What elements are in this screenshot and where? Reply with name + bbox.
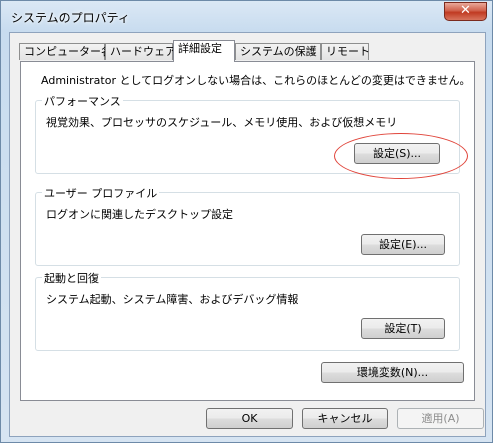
system-properties-window: システムのプロパティ ✕ コンピューター名 ハードウェア 詳細設定 システムの保…: [0, 0, 493, 443]
startup-recovery-settings-button[interactable]: 設定(T): [361, 318, 445, 339]
tab-hardware[interactable]: ハードウェア: [105, 43, 176, 60]
user-profile-settings-button[interactable]: 設定(E)...: [361, 234, 445, 255]
close-button[interactable]: ✕: [444, 2, 487, 21]
performance-settings-button[interactable]: 設定(S)...: [354, 143, 440, 164]
apply-button[interactable]: 適用(A): [397, 408, 484, 429]
tab-computer-name[interactable]: コンピューター名: [19, 43, 112, 60]
ok-button[interactable]: OK: [206, 408, 293, 429]
tab-advanced[interactable]: 詳細設定: [173, 40, 235, 62]
tab-system-protection[interactable]: システムの保護: [235, 43, 321, 60]
dialog-client-area: コンピューター名 ハードウェア 詳細設定 システムの保護 リモート Admini…: [9, 32, 486, 437]
startup-recovery-description: システム起動、システム障害、およびデバッグ情報: [46, 293, 299, 306]
cancel-button[interactable]: キャンセル: [302, 408, 388, 429]
performance-description: 視覚効果、プロセッサのスケジュール、メモリ使用、および仮想メモリ: [46, 116, 398, 129]
user-profile-description: ログオンに関連したデスクトップ設定: [46, 208, 233, 221]
window-title: システムのプロパティ: [11, 11, 130, 25]
environment-variables-button[interactable]: 環境変数(N)...: [321, 362, 464, 383]
title-bar[interactable]: システムのプロパティ ✕: [1, 1, 492, 31]
admin-notice: Administrator としてログオンしない場合は、これらのほとんどの変更は…: [41, 74, 471, 87]
tab-remote[interactable]: リモート: [321, 43, 370, 60]
startup-recovery-group-title: 起動と回復: [42, 270, 101, 286]
startup-recovery-group: 起動と回復 システム起動、システム障害、およびデバッグ情報 設定(T): [35, 270, 460, 351]
close-icon: ✕: [460, 3, 471, 18]
advanced-tab-panel: Administrator としてログオンしない場合は、これらのほとんどの変更は…: [20, 61, 475, 401]
user-profile-group: ユーザー プロファイル ログオンに関連したデスクトップ設定 設定(E)...: [35, 185, 460, 266]
user-profile-group-title: ユーザー プロファイル: [42, 185, 160, 201]
performance-group: パフォーマンス 視覚効果、プロセッサのスケジュール、メモリ使用、および仮想メモリ…: [35, 93, 460, 174]
performance-group-title: パフォーマンス: [42, 93, 123, 109]
